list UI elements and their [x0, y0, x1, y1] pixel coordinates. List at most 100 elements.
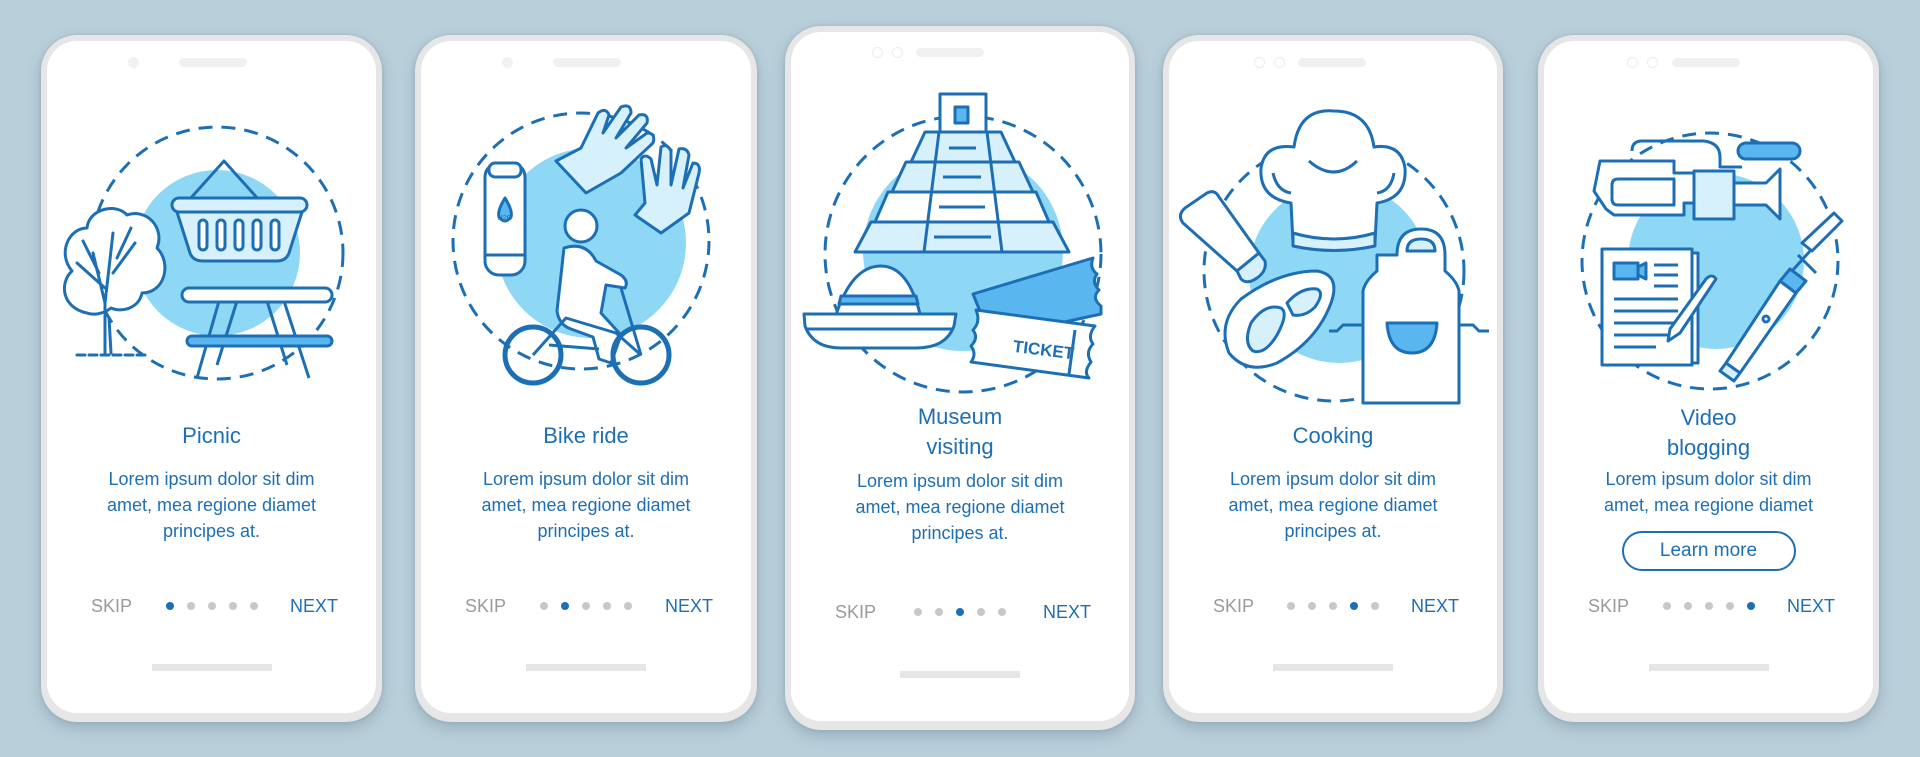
- page-indicator: [1662, 602, 1755, 610]
- page-dot[interactable]: [935, 608, 943, 616]
- page-dot[interactable]: [624, 602, 632, 610]
- script-document-icon: [1600, 247, 1700, 367]
- museum-illustration: TICKET: [802, 92, 1103, 394]
- page-dot[interactable]: [1662, 602, 1671, 610]
- title-line: Video: [1680, 405, 1737, 430]
- home-indicator[interactable]: [1273, 664, 1393, 671]
- page-indicator: [165, 602, 258, 610]
- page-dot[interactable]: [207, 602, 216, 610]
- home-indicator[interactable]: [900, 671, 1020, 678]
- onboarding-screen-bike-ride: H2O Bike ride Lorem ipsum dolor sit dim …: [415, 35, 757, 722]
- page-dot[interactable]: [977, 608, 985, 616]
- phone-top-bar: [421, 57, 751, 69]
- home-indicator[interactable]: [151, 664, 272, 671]
- description-line: amet, mea regione diamet: [481, 495, 691, 515]
- description-line: amet, mea regione diamet: [1228, 495, 1438, 515]
- skip-button[interactable]: SKIP: [835, 600, 876, 624]
- phone-top-bar: [1169, 57, 1497, 69]
- page-dot[interactable]: [914, 608, 922, 616]
- home-indicator[interactable]: [1648, 664, 1769, 671]
- title-line: visiting: [926, 434, 994, 459]
- phone-screen: Picnic Lorem ipsum dolor sit dim amet, m…: [47, 41, 376, 713]
- cooking-illustration: [1178, 109, 1489, 405]
- screen-description: Lorem ipsum dolor sit dim amet, mea regi…: [67, 466, 356, 544]
- page-dot[interactable]: [1371, 602, 1379, 610]
- onboarding-nav: SKIP NEXT: [47, 594, 376, 618]
- next-button[interactable]: NEXT: [290, 594, 338, 618]
- page-dot[interactable]: [1725, 602, 1734, 610]
- page-indicator: [914, 608, 1006, 616]
- picnic-illustration: [63, 125, 345, 381]
- phone-top-bar: [1544, 57, 1873, 69]
- page-dot[interactable]: [249, 602, 258, 610]
- page-dot[interactable]: [1329, 602, 1337, 610]
- speaker-grille: [553, 58, 621, 67]
- skip-button[interactable]: SKIP: [91, 594, 132, 618]
- phone-screen: Cooking Lorem ipsum dolor sit dim amet, …: [1169, 41, 1497, 713]
- next-button[interactable]: NEXT: [665, 594, 713, 618]
- phone-top-bar: [791, 47, 1129, 59]
- page-dot-active[interactable]: [165, 602, 174, 610]
- title-line: Bike ride: [543, 423, 629, 448]
- phone-screen: Video blogging Lorem ipsum dolor sit dim…: [1544, 41, 1873, 713]
- page-indicator: [540, 602, 632, 610]
- page-dot[interactable]: [1287, 602, 1295, 610]
- sensor-icon: [1274, 57, 1285, 68]
- next-button[interactable]: NEXT: [1043, 600, 1091, 624]
- page-dot[interactable]: [1704, 602, 1713, 610]
- learn-more-button[interactable]: Learn more: [1621, 531, 1796, 571]
- speaker-grille: [916, 48, 984, 57]
- page-dot-active[interactable]: [956, 608, 964, 616]
- next-button[interactable]: NEXT: [1787, 594, 1835, 618]
- page-dot[interactable]: [186, 602, 195, 610]
- onboarding-screen-picnic: Picnic Lorem ipsum dolor sit dim amet, m…: [41, 35, 382, 722]
- skip-button[interactable]: SKIP: [1588, 594, 1629, 618]
- page-dot[interactable]: [228, 602, 237, 610]
- front-camera-icon: [1254, 57, 1265, 68]
- page-dot-active[interactable]: [1350, 602, 1358, 610]
- home-indicator[interactable]: [526, 664, 646, 671]
- pyramid-icon: [853, 92, 1071, 254]
- page-dot[interactable]: [603, 602, 611, 610]
- onboarding-nav: SKIP NEXT: [421, 594, 751, 618]
- screen-description: Lorem ipsum dolor sit dim amet, mea regi…: [1189, 466, 1477, 544]
- title-line: Museum: [917, 404, 1003, 429]
- screen-description: Lorem ipsum dolor sit dim amet, mea regi…: [441, 466, 731, 544]
- description-line: amet, mea regione diamet: [855, 497, 1065, 517]
- title-line: blogging: [1666, 435, 1751, 460]
- tree-icon: [63, 207, 167, 357]
- description-line: amet, mea regione diamet: [106, 495, 317, 515]
- description-line: principes at.: [1284, 521, 1382, 541]
- page-dot[interactable]: [582, 602, 590, 610]
- next-button[interactable]: NEXT: [1411, 594, 1459, 618]
- page-dot[interactable]: [540, 602, 548, 610]
- phone-screen: TICKET Museum visiting Lorem ipsum dolor…: [791, 32, 1129, 721]
- description-line: Lorem ipsum dolor sit dim: [482, 469, 690, 489]
- page-dot-active[interactable]: [561, 602, 569, 610]
- screen-title: Museum visiting: [791, 402, 1129, 462]
- page-dot[interactable]: [998, 608, 1006, 616]
- onboarding-screen-cooking: Cooking Lorem ipsum dolor sit dim amet, …: [1163, 35, 1503, 722]
- description-line: Lorem ipsum dolor sit dim: [856, 471, 1064, 491]
- screen-title: Video blogging: [1544, 403, 1873, 463]
- description-line: principes at.: [911, 523, 1009, 543]
- screen-description: Lorem ipsum dolor sit dim amet, mea regi…: [811, 468, 1109, 546]
- description-line: principes at.: [162, 521, 261, 541]
- phone-top-bar: [47, 57, 376, 69]
- onboarding-nav: SKIP NEXT: [1169, 594, 1497, 618]
- onboarding-screen-video-blogging: Video blogging Lorem ipsum dolor sit dim…: [1538, 35, 1879, 722]
- bottle-label: H2O: [498, 215, 513, 222]
- phone-screen: H2O Bike ride Lorem ipsum dolor sit dim …: [421, 41, 751, 713]
- skip-button[interactable]: SKIP: [465, 594, 506, 618]
- front-camera-icon: [1627, 57, 1638, 68]
- bike-ride-illustration: H2O: [451, 104, 711, 386]
- page-indicator: [1287, 602, 1379, 610]
- front-camera-icon: [128, 57, 139, 68]
- skip-button[interactable]: SKIP: [1213, 594, 1254, 618]
- page-dot[interactable]: [1308, 602, 1316, 610]
- page-dot[interactable]: [1683, 602, 1692, 610]
- screen-title: Bike ride: [421, 421, 751, 451]
- page-dot-active[interactable]: [1746, 602, 1755, 610]
- speaker-grille: [1672, 58, 1740, 67]
- description-line: Lorem ipsum dolor sit dim: [108, 469, 315, 489]
